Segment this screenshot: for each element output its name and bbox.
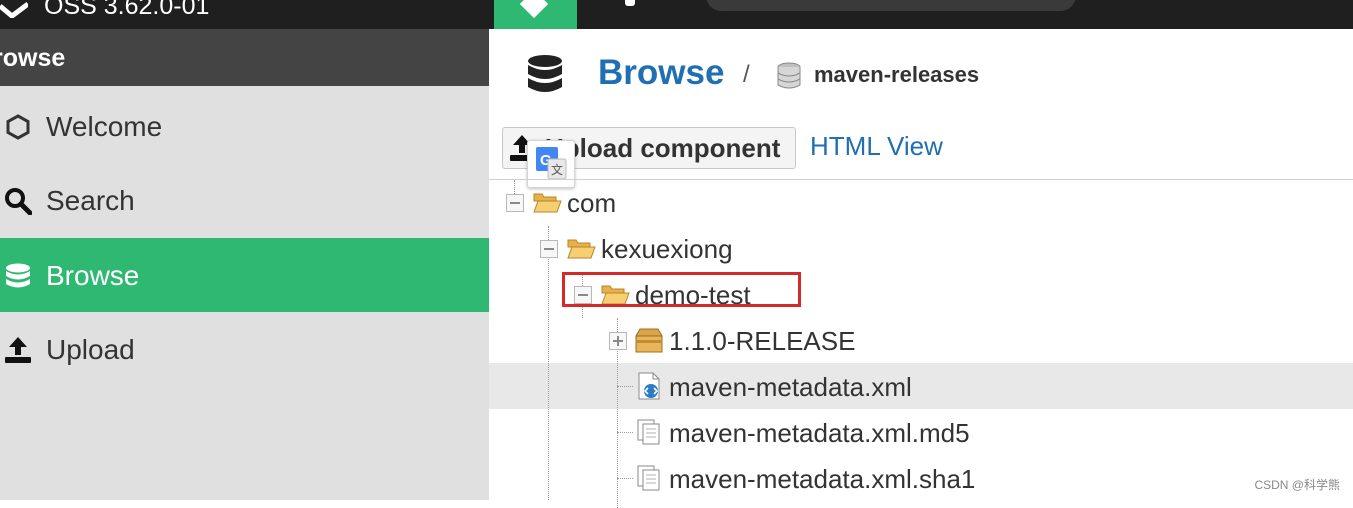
- package-icon: [635, 328, 663, 353]
- sidebar-item-search[interactable]: Search: [0, 163, 489, 237]
- collapse-toggle[interactable]: [506, 194, 524, 212]
- tree-node-label: maven-metadata.xml.sha1: [669, 464, 976, 494]
- top-bar: OSS 3.62.0-01: [0, 0, 1353, 29]
- collapse-toggle[interactable]: [540, 240, 558, 258]
- upload-icon: [5, 337, 31, 363]
- xml-file-icon: [638, 372, 660, 400]
- sidebar-item-label: Upload: [46, 334, 135, 365]
- component-tree: com kexuexiong demo-test 1.1.0-RELEASE m…: [489, 180, 1353, 508]
- sidebar: rowse Welcome Search Browse Upload: [0, 29, 489, 500]
- search-icon: [5, 188, 32, 215]
- breadcrumb-repository[interactable]: maven-releases: [814, 62, 979, 88]
- sidebar-item-welcome[interactable]: Welcome: [0, 89, 489, 163]
- app-version: OSS 3.62.0-01: [44, 0, 210, 20]
- html-view-link[interactable]: HTML View: [810, 130, 943, 162]
- sidebar-item-upload[interactable]: Upload: [0, 312, 489, 386]
- breadcrumb-separator: /: [743, 61, 750, 88]
- sidebar-list: Welcome Search Browse Upload: [0, 86, 489, 500]
- tree-node-kexuexiong[interactable]: kexuexiong: [489, 226, 849, 272]
- tree-node-metadata-sha1[interactable]: maven-metadata.xml.sha1: [489, 456, 1009, 502]
- sidebar-header-label: rowse: [0, 44, 66, 72]
- tree-node-label: maven-metadata.xml: [669, 372, 912, 402]
- global-search-input[interactable]: [706, 0, 1076, 11]
- admin-mode-icon[interactable]: [625, 0, 635, 6]
- repository-icon: [777, 62, 801, 89]
- tree-node-label: com: [567, 188, 617, 218]
- tree-node-release[interactable]: 1.1.0-RELEASE: [489, 318, 889, 364]
- watermark: CSDN @科学熊: [1254, 478, 1340, 492]
- upload-component-label: Upload component: [545, 133, 781, 163]
- svg-text:文: 文: [551, 162, 563, 177]
- browse-mode-tab[interactable]: [494, 0, 577, 29]
- tree-node-label: 1.1.0-RELEASE: [669, 326, 856, 356]
- file-icon: [637, 419, 660, 445]
- tree-node-metadata-md5[interactable]: maven-metadata.xml.md5: [489, 410, 1009, 456]
- expand-toggle[interactable]: [609, 332, 627, 350]
- folder-open-icon: [533, 193, 562, 213]
- database-icon: [528, 55, 562, 92]
- tree-node-metadata-xml[interactable]: maven-metadata.xml: [489, 364, 989, 410]
- page-title: Browse: [598, 53, 725, 92]
- sidebar-item-label: Browse: [46, 260, 140, 291]
- hexagon-icon: [6, 114, 30, 140]
- tree-node-com[interactable]: com: [489, 180, 789, 226]
- tree-node-label: maven-metadata.xml.md5: [669, 418, 970, 448]
- sidebar-item-browse[interactable]: Browse: [0, 238, 489, 312]
- sidebar-header: rowse: [0, 29, 489, 86]
- file-icon: [637, 465, 660, 491]
- sidebar-item-label: Welcome: [46, 111, 163, 142]
- red-annotation-box: [562, 272, 801, 307]
- sidebar-item-label: Search: [46, 185, 135, 216]
- nexus-logo-icon: [0, 2, 28, 18]
- main-content: Browse / maven-releases Upload component…: [489, 29, 1353, 508]
- folder-open-icon: [567, 239, 596, 259]
- tree-node-label: kexuexiong: [601, 234, 733, 264]
- database-icon: [6, 263, 30, 288]
